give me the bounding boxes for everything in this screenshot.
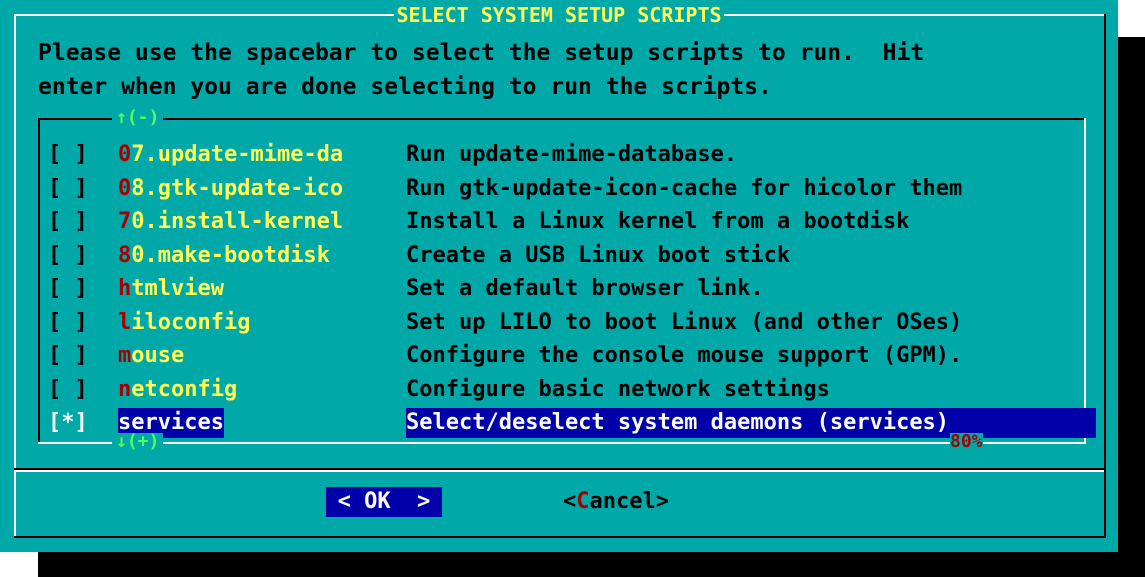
item-checkbox[interactable]: [ ] [48,174,88,204]
ok-button-right: > [390,489,431,514]
script-list-item[interactable]: [ ] 80.make-bootdisk Create a USB Linux bo… [38,241,1084,271]
script-list-item[interactable]: [ ] 08.gtk-update-ico Run gtk-update-icon-… [38,174,1084,204]
ok-button[interactable]: < OK > [326,487,442,517]
item-description: Set up LILO to boot Linux (and other OSe… [406,309,963,335]
item-description: Configure basic network settings [406,376,830,402]
item-description: Select/deselect system daemons (services… [406,408,1096,438]
script-list-item[interactable]: [ ] 07.update-mime-da Run update-mime-data… [38,140,1084,170]
item-script-name: liloconfig [118,308,250,338]
item-hotkey: m [118,343,132,368]
scroll-down-indicator[interactable]: ↓(+) [112,433,164,451]
item-description: Configure the console mouse support (GPM… [406,343,963,368]
cancel-button-left: < [563,489,577,514]
item-script-name-rest: 7.update-mime-da [131,142,344,167]
item-description: Run update-mime-database. [406,142,738,167]
item-hotkey: 8 [118,242,132,268]
item-hotkey: n [118,376,132,402]
item-description: Install a Linux kernel from a bootdisk [406,209,910,234]
item-script-name-rest: tmlview [131,276,224,301]
item-script-name: 80.make-bootdisk [118,241,330,271]
item-checkbox[interactable]: [ ] [48,341,88,371]
dialog-border-right [1104,14,1106,538]
item-checkbox[interactable]: [ ] [48,308,88,338]
dialog-title: SELECT SYSTEM SETUP SCRIPTS [394,3,724,27]
ok-button-label: K [377,489,391,514]
script-list-item[interactable]: [ ] htmlview Set a default browser link. [38,274,1084,304]
item-script-name-rest: ouse [131,343,185,368]
item-script-name: 07.update-mime-da [118,140,343,170]
item-checkbox[interactable]: [ ] [48,241,88,271]
prompt-line-1: Please use the spacebar to select the se… [38,40,925,66]
scroll-percent: 80% [950,431,983,452]
item-script-name-rest: iloconfig [131,309,251,335]
cancel-button-hotkey: C [576,489,590,514]
cancel-button[interactable]: <Cancel> [563,487,669,517]
script-list-item[interactable]: [ ] 70.install-kernel Install a Linux kern… [38,207,1084,237]
item-script-name-rest: 0.install-kernel [131,209,344,234]
prompt-line-2: enter when you are done selecting to run… [38,74,772,100]
dialog-border-left [14,14,16,538]
setup-scripts-dialog: SELECT SYSTEM SETUP SCRIPTS Please use t… [0,0,1118,552]
item-script-name: 70.install-kernel [118,207,343,237]
ok-button-hotkey: O [364,489,378,514]
dialog-border-bottom [14,536,1106,538]
item-checkbox[interactable]: [ ] [48,207,88,237]
item-script-name-rest: 8.gtk-update-ico [131,175,344,201]
item-hotkey: 0 [118,175,132,201]
item-checkbox[interactable]: [ ] [48,140,88,170]
item-description: Run gtk-update-icon-cache for hicolor th… [406,175,963,201]
item-description: Set a default browser link. [406,276,764,301]
item-script-name: htmlview [118,274,224,304]
item-script-name: 08.gtk-update-ico [118,174,343,204]
item-script-name-rest: 0.make-bootdisk [131,242,330,268]
script-list-item[interactable]: [*] services Select/deselect system daemon… [38,408,1096,438]
item-checkbox[interactable]: [*] [48,408,88,438]
script-list-item[interactable]: [ ] netconfig Configure basic network sett… [38,375,1084,405]
item-hotkey: h [118,276,132,301]
item-hotkey: l [118,309,132,335]
script-list-item[interactable]: [ ] liloconfig Set up LILO to boot Linux (… [38,308,1084,338]
item-hotkey: 0 [118,142,132,167]
cancel-button-label: ancel [589,489,656,514]
button-separator-light [16,470,1104,472]
item-checkbox[interactable]: [ ] [48,375,88,405]
item-script-name-rest: etconfig [131,376,238,402]
item-script-name: mouse [118,341,184,371]
item-description: Create a USB Linux boot stick [406,242,791,268]
script-checklist: [ ] 07.update-mime-da Run update-mime-data… [38,118,1096,444]
list-border-right [1084,118,1086,444]
item-hotkey: 7 [118,209,132,234]
ok-button-left: < [337,489,365,514]
item-script-name: netconfig [118,375,237,405]
item-checkbox[interactable]: [ ] [48,274,88,304]
script-list-item[interactable]: [ ] mouse Configure the console mouse supp… [38,341,1084,371]
cancel-button-right: > [655,489,669,514]
